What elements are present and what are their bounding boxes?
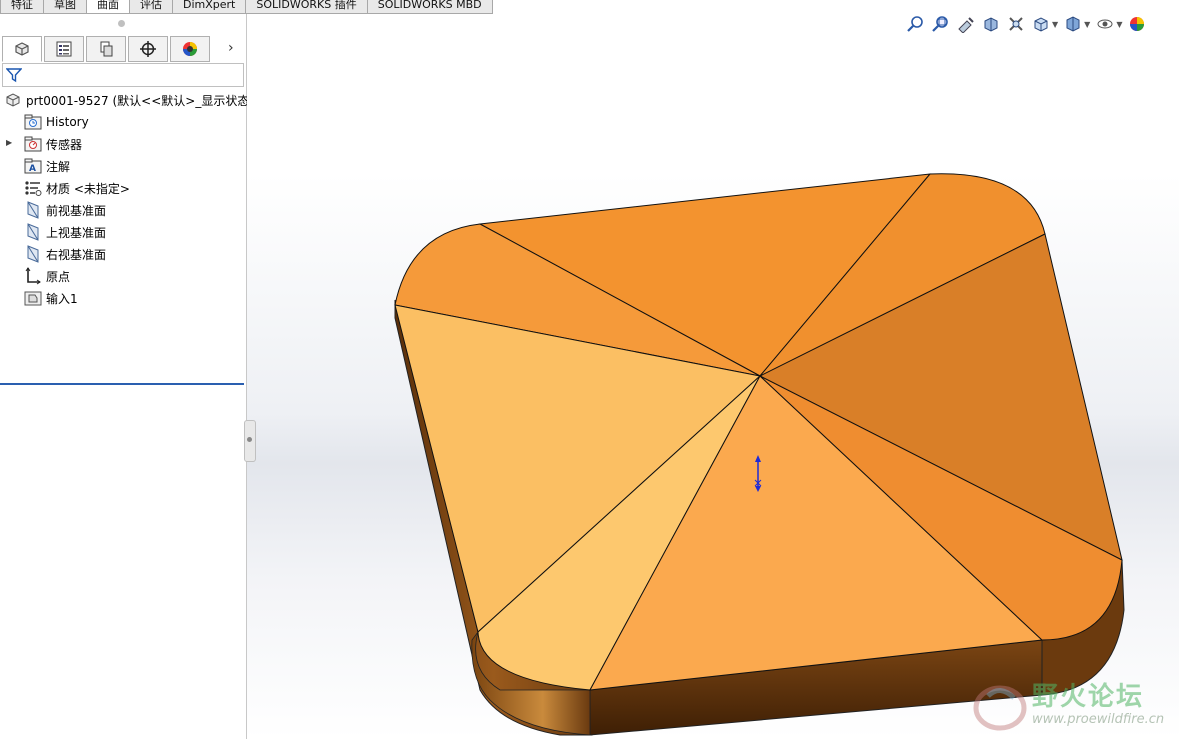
pane-splitter-grip[interactable]: [118, 20, 125, 27]
tab-features[interactable]: 特征: [0, 0, 44, 14]
chevron-right-icon[interactable]: ›: [228, 40, 234, 56]
tree-item-material[interactable]: 材质 <未指定>: [24, 178, 130, 198]
view-orientation-icon[interactable]: [1030, 15, 1052, 33]
expand-arrow-icon[interactable]: ▶: [6, 138, 12, 147]
tab-solidworks-mbd[interactable]: SOLIDWORKS MBD: [366, 0, 493, 14]
watermark-url: www.proewildfire.cn: [1032, 712, 1165, 727]
propertymanager-tab[interactable]: [44, 36, 84, 62]
tab-evaluate[interactable]: 评估: [129, 0, 173, 14]
hide-show-items-icon[interactable]: [1094, 15, 1116, 33]
graphics-viewport[interactable]: ▼ ▼ ▼: [247, 14, 1179, 739]
tab-surfaces[interactable]: 曲面: [86, 0, 130, 14]
crosshair-icon: [140, 41, 156, 57]
tree-item-label: 原点: [46, 269, 71, 284]
tree-item-front-plane[interactable]: 前视基准面: [24, 200, 106, 220]
material-icon: [24, 179, 42, 197]
configurationmanager-tab[interactable]: [86, 36, 126, 62]
tree-item-label: 注解: [46, 159, 71, 174]
display-style-icon[interactable]: [1062, 15, 1084, 33]
plane-icon: [24, 223, 42, 241]
tree-item-import1[interactable]: 输入1: [24, 288, 78, 308]
displaymanager-tab[interactable]: [170, 36, 210, 62]
appearance-sphere-icon: [183, 42, 197, 56]
chevron-down-icon[interactable]: ▼: [1084, 20, 1090, 29]
origin-icon: [24, 267, 42, 285]
feature-manager-pane: › prt0001-9527 (默认<<默认>_显示状态 History 传感器…: [0, 14, 249, 739]
rollback-bar[interactable]: [0, 383, 244, 385]
annotation-folder-icon: A: [24, 157, 42, 175]
tree-item-label: 传感器: [46, 137, 83, 152]
tree-item-label: 上视基准面: [46, 225, 107, 240]
tree-filter-bar[interactable]: [2, 63, 244, 87]
featuremanager-tab[interactable]: [2, 36, 42, 62]
watermark-title: 野火论坛: [1032, 682, 1145, 712]
tree-root-part[interactable]: prt0001-9527 (默认<<默认>_显示状态: [4, 90, 249, 110]
configuration-icon: [100, 41, 113, 57]
plane-icon: [24, 245, 42, 263]
part-icon: [4, 91, 22, 109]
tree-root-label: prt0001-9527 (默认<<默认>_显示状态: [26, 93, 250, 108]
sensor-folder-icon: [24, 135, 42, 153]
tab-sketch[interactable]: 草图: [43, 0, 87, 14]
tree-item-label: 右视基准面: [46, 247, 107, 262]
tree-item-label: 输入1: [46, 291, 78, 306]
dimxpertmanager-tab[interactable]: [128, 36, 168, 62]
edit-appearance-icon[interactable]: [1126, 15, 1148, 33]
chevron-down-icon[interactable]: ▼: [1052, 20, 1058, 29]
dynamic-annotation-icon[interactable]: [1005, 15, 1027, 33]
plane-icon: [24, 201, 42, 219]
zoom-to-area-icon[interactable]: [930, 15, 952, 33]
previous-view-icon[interactable]: [955, 15, 977, 33]
property-list-icon: [56, 41, 72, 57]
tree-item-sensors[interactable]: 传感器: [24, 134, 82, 154]
tree-item-right-plane[interactable]: 右视基准面: [24, 244, 106, 264]
imported-body-icon: [24, 289, 42, 307]
tree-item-annotations[interactable]: A 注解: [24, 156, 70, 176]
section-view-icon[interactable]: [980, 15, 1002, 33]
chevron-down-icon[interactable]: ▼: [1116, 20, 1122, 29]
tab-dimxpert[interactable]: DimXpert: [172, 0, 247, 14]
pane-collapse-handle[interactable]: [244, 420, 256, 462]
tree-item-origin[interactable]: 原点: [24, 266, 70, 286]
model-part-render[interactable]: [247, 14, 1179, 739]
tree-item-history[interactable]: History: [24, 112, 89, 132]
tab-solidworks-addins[interactable]: SOLIDWORKS 插件: [245, 0, 368, 14]
tree-item-label: 材质 <未指定>: [46, 181, 130, 196]
part-tree-icon: [15, 42, 29, 56]
history-folder-icon: [24, 113, 42, 131]
tree-item-label: History: [46, 115, 89, 129]
command-manager-tabs: 特征 草图 曲面 评估 DimXpert SOLIDWORKS 插件 SOLID…: [0, 0, 493, 14]
svg-text:A: A: [29, 164, 36, 174]
forum-watermark: 野火论坛 www.proewildfire.cn: [968, 672, 1179, 739]
filter-funnel-icon[interactable]: [6, 67, 22, 83]
forum-logo-icon: [973, 685, 1027, 731]
zoom-to-fit-icon[interactable]: [905, 15, 927, 33]
heads-up-view-toolbar: ▼ ▼ ▼: [905, 14, 1151, 34]
tree-item-top-plane[interactable]: 上视基准面: [24, 222, 106, 242]
manager-tab-strip: [2, 36, 212, 62]
tree-item-label: 前视基准面: [46, 203, 107, 218]
